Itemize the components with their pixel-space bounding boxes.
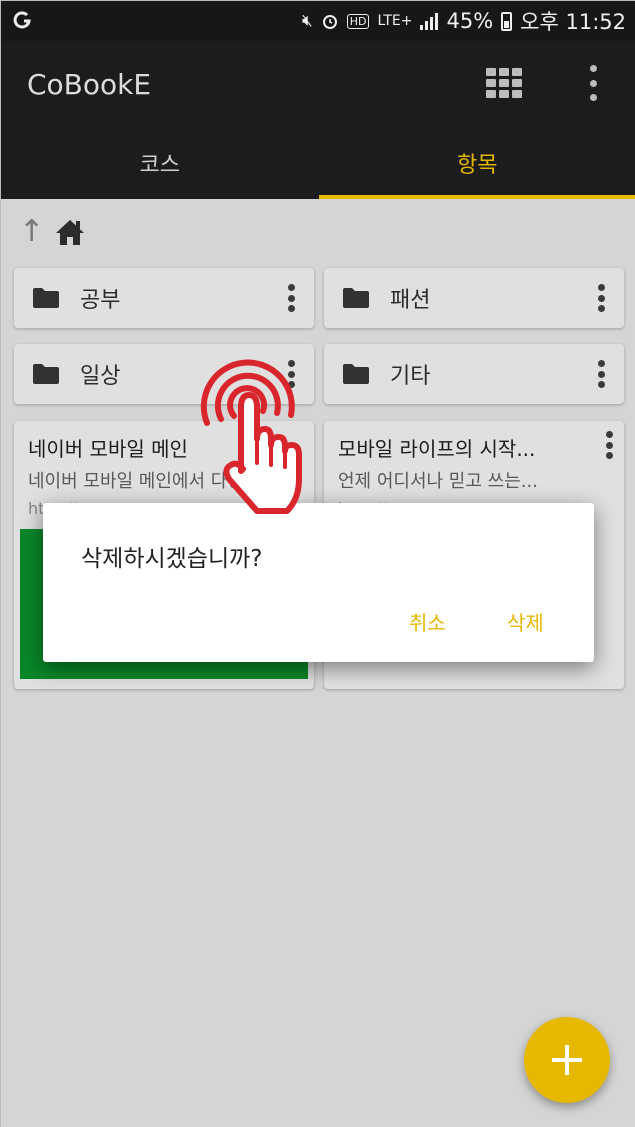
add-icon — [552, 1045, 582, 1075]
clock: 오후 11:52 — [520, 10, 626, 34]
confirm-delete-dialog: 삭제하시겠습니까? 취소 삭제 — [43, 503, 594, 662]
tab-items[interactable]: 항목 — [318, 127, 635, 199]
tap-gesture-icon — [200, 359, 302, 514]
battery-icon — [501, 11, 513, 31]
dialog-scrim[interactable] — [1, 199, 635, 1127]
grid-view-icon[interactable] — [486, 68, 524, 98]
cancel-button[interactable]: 취소 — [409, 607, 446, 636]
delete-button[interactable]: 삭제 — [507, 607, 544, 636]
status-bar: 🔇︎ HD LTE+ 45% 오후 11:52 — [1, 1, 635, 41]
hd-indicator: HD — [346, 13, 370, 29]
add-button[interactable] — [524, 1017, 610, 1103]
tab-bar: 코스 항목 — [1, 127, 635, 199]
battery-percent: 45% — [446, 9, 494, 33]
network-type: LTE+ — [377, 13, 413, 29]
alarm-icon — [322, 15, 337, 29]
mute-icon: 🔇︎ — [302, 11, 313, 31]
signal-icon — [420, 12, 439, 30]
overflow-menu-icon[interactable] — [585, 65, 601, 101]
tab-courses[interactable]: 코스 — [1, 127, 319, 199]
app-title: CoBookE — [27, 67, 152, 101]
sync-logo-icon — [13, 11, 31, 29]
app-bar: CoBookE — [1, 41, 635, 127]
dialog-message: 삭제하시겠습니까? — [81, 546, 263, 572]
